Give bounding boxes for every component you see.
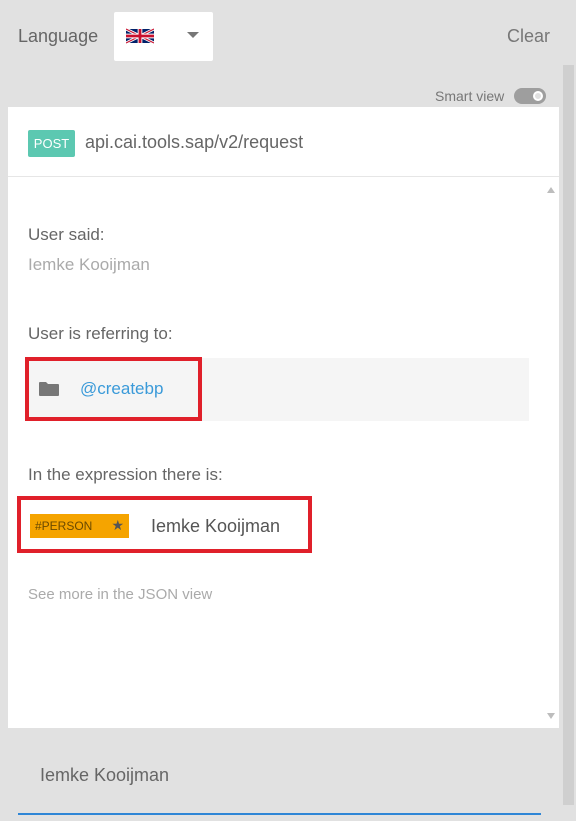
expression-title: In the expression there is: bbox=[28, 465, 223, 484]
chevron-down-icon bbox=[187, 32, 199, 38]
toggle-switch[interactable] bbox=[514, 88, 547, 104]
message-input-area[interactable] bbox=[18, 760, 541, 815]
smart-view-label: Smart view bbox=[435, 88, 505, 104]
referring-title: User is referring to: bbox=[28, 324, 173, 343]
result-panel: POST api.cai.tools.sap/v2/request User s… bbox=[8, 107, 559, 728]
toggle-knob bbox=[533, 91, 544, 101]
json-view-link[interactable]: See more in the JSON view bbox=[28, 586, 212, 603]
method-badge: POST bbox=[28, 130, 75, 157]
scroll-down-arrow[interactable] bbox=[547, 713, 555, 719]
request-row: POST api.cai.tools.sap/v2/request bbox=[8, 107, 559, 177]
smart-view-toggle[interactable]: Smart view bbox=[435, 86, 547, 106]
user-said-value: Iemke Kooijman bbox=[28, 255, 150, 274]
highlight-box-entity bbox=[17, 496, 312, 553]
clear-button[interactable]: Clear bbox=[507, 26, 550, 47]
language-select[interactable] bbox=[114, 12, 213, 61]
page-scrollbar[interactable] bbox=[563, 65, 574, 805]
top-bar: Language Clear bbox=[0, 0, 576, 75]
language-label: Language bbox=[18, 26, 99, 46]
highlight-box-intent bbox=[25, 357, 202, 421]
user-said-title: User said: bbox=[28, 225, 105, 244]
uk-flag-icon bbox=[126, 27, 154, 45]
message-input[interactable] bbox=[40, 765, 520, 786]
scroll-up-arrow[interactable] bbox=[547, 187, 555, 193]
endpoint-url: api.cai.tools.sap/v2/request bbox=[85, 132, 304, 152]
